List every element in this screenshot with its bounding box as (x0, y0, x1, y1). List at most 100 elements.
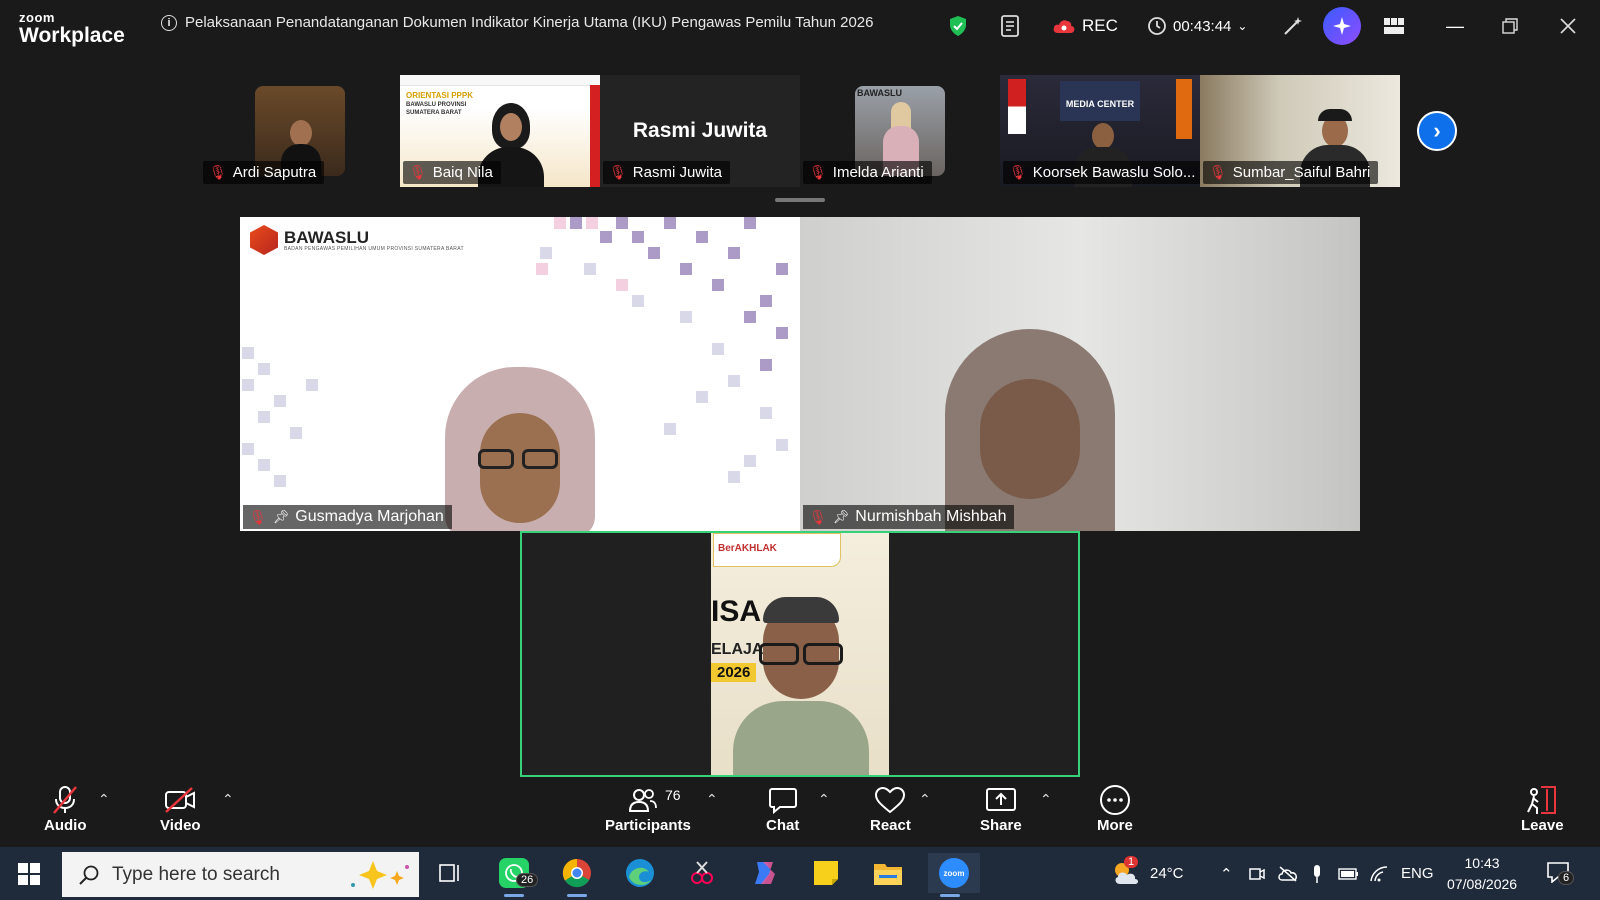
wifi-icon[interactable] (1369, 847, 1389, 900)
ai-companion-icon[interactable] (1323, 0, 1361, 52)
taskbar-search-box[interactable]: Type here to search (62, 852, 419, 897)
video-off-icon (165, 787, 196, 813)
react-button[interactable]: React (870, 783, 911, 834)
search-icon (79, 865, 99, 885)
chrome-icon[interactable] (555, 853, 599, 897)
sticky-notes-icon[interactable] (804, 853, 848, 893)
participant-thumb[interactable]: 🎙︎ Sumbar_Saiful Bahri (1200, 75, 1400, 187)
video-button[interactable]: Video (160, 783, 201, 834)
participant-video: BerAKHLAK ISA ELAJA 2026 (711, 533, 889, 775)
participant-name-tag: 🎙︎ Ardi Saputra (203, 161, 325, 184)
page-indicator[interactable] (775, 198, 825, 202)
meeting-timer[interactable]: 00:43:44 ⌄ (1147, 0, 1247, 52)
mic-muted-icon: 🎙︎ (209, 164, 227, 180)
mic-muted-icon: 🎙︎ (1209, 164, 1227, 180)
audio-button[interactable]: Audio (44, 783, 87, 834)
show-hidden-icons-chevron-icon[interactable]: ⌃ (1220, 847, 1233, 900)
participant-thumb[interactable]: 🎙︎ Ardi Saputra (200, 75, 400, 187)
participant-name-tag: 🎙︎ Sumbar_Saiful Bahri (1203, 161, 1379, 184)
participant-name-tag: 🎙︎ 📌︎ Gusmadya Marjohan (243, 505, 452, 529)
video-options-chevron-icon[interactable]: ⌃ (222, 791, 234, 808)
participants-options-chevron-icon[interactable]: ⌃ (706, 791, 718, 808)
minimize-icon[interactable]: — (1446, 0, 1464, 52)
video-off-name: Rasmi Juwita (632, 119, 768, 142)
copilot-icon[interactable] (742, 853, 786, 893)
meeting-info[interactable]: i Pelaksanaan Penandatanganan Dokumen In… (161, 14, 874, 31)
weather-badge: 1 (1124, 855, 1139, 868)
participant-name-tag: 🎙︎ Koorsek Bawaslu Solo... (1003, 161, 1200, 184)
restore-icon[interactable] (1502, 0, 1518, 52)
zoom-app-icon[interactable]: zoom (928, 853, 980, 897)
logo-product: Workplace (19, 24, 125, 47)
chat-icon (768, 788, 797, 814)
bawaslu-logo: BAWASLU BADAN PENGAWAS PEMILIHAN UMUM PR… (250, 225, 464, 255)
search-highlight-stars-icon (351, 860, 409, 889)
more-icon (1099, 785, 1130, 815)
meet-now-icon[interactable] (1248, 847, 1266, 900)
mic-muted-icon (53, 786, 78, 814)
active-speaker-tile[interactable]: BerAKHLAK ISA ELAJA 2026 (520, 531, 1080, 777)
windows-start-icon[interactable] (18, 863, 40, 890)
windows-taskbar: Type here to search 26 zoom 1 24°C ⌃ ENG… (0, 847, 1600, 900)
participant-thumb[interactable]: Rasmi Juwita 🎙︎ Rasmi Juwita (600, 75, 800, 187)
taskbar-clock[interactable]: 10:43 07/08/2026 (1447, 853, 1517, 895)
participant-name-tag: 🎙︎ Baiq Nila (403, 161, 501, 184)
magic-wand-icon[interactable] (1282, 0, 1304, 52)
participant-thumb[interactable]: BAWASLU 🎙︎ Imelda Arianti (800, 75, 1000, 187)
title-bar: zoom Workplace i Pelaksanaan Penandatang… (0, 0, 1600, 56)
temperature: 24°C (1150, 865, 1184, 882)
video-tile[interactable]: 🎙︎ 📌︎ Nurmishbah Mishbah (800, 217, 1360, 531)
language-indicator[interactable]: ENG (1401, 847, 1434, 900)
clock-date: 07/08/2026 (1447, 876, 1518, 892)
task-view-icon[interactable] (428, 853, 472, 893)
heart-icon (875, 786, 906, 814)
share-button[interactable]: Share (980, 783, 1022, 834)
video-tile[interactable]: BAWASLU BADAN PENGAWAS PEMILIHAN UMUM PR… (240, 217, 800, 531)
mic-muted-icon: 🎙︎ (249, 508, 267, 525)
edge-icon[interactable] (618, 853, 662, 893)
microphone-icon[interactable] (1311, 847, 1323, 900)
participant-thumb[interactable]: MEDIA CENTER 🎙︎ Koorsek Bawaslu Solo... (1000, 75, 1200, 187)
mic-muted-icon: 🎙︎ (1009, 164, 1027, 180)
info-icon[interactable]: i (161, 14, 177, 31)
close-icon[interactable] (1560, 0, 1576, 52)
gallery-strip: 🎙︎ Ardi Saputra ORIENTASI PPPK BAWASLU P… (0, 75, 1600, 187)
snipping-tool-icon[interactable] (680, 853, 724, 893)
apps-icon[interactable] (1383, 0, 1405, 52)
battery-icon[interactable] (1338, 847, 1360, 900)
chat-options-chevron-icon[interactable]: ⌃ (818, 791, 830, 808)
whatsapp-badge: 26 (516, 873, 539, 887)
next-page-arrow-icon[interactable]: › (1417, 111, 1457, 151)
cloud-record-icon (1053, 20, 1075, 33)
participant-name-tag: 🎙︎ Imelda Arianti (803, 161, 932, 184)
share-screen-icon (985, 788, 1016, 811)
participants-count: 76 (665, 787, 681, 803)
notification-center-icon[interactable]: 6 (1546, 847, 1575, 900)
chevron-down-icon[interactable]: ⌄ (1237, 19, 1247, 33)
meeting-title: Pelaksanaan Penandatanganan Dokumen Indi… (185, 14, 874, 31)
onedrive-off-icon[interactable] (1277, 847, 1299, 900)
chat-button[interactable]: Chat (766, 783, 799, 834)
recording-indicator[interactable]: REC (1052, 0, 1118, 52)
whatsapp-icon[interactable]: 26 (492, 853, 539, 897)
weather-widget[interactable]: 1 24°C (1110, 847, 1184, 900)
audio-options-chevron-icon[interactable]: ⌃ (98, 791, 110, 808)
mic-muted-icon: 🎙︎ (809, 508, 827, 525)
rec-label: REC (1082, 16, 1118, 35)
logo-brand: zoom (19, 10, 55, 25)
participant-thumb[interactable]: ORIENTASI PPPK BAWASLU PROVINSI SUMATERA… (400, 75, 600, 187)
mic-muted-icon: 🎙︎ (609, 164, 627, 180)
meeting-toolbar: Audio ⌃ Video ⌃ Participants 76 ⌃ Chat ⌃… (0, 777, 1600, 847)
encryption-shield-icon[interactable] (948, 0, 968, 52)
share-options-chevron-icon[interactable]: ⌃ (1040, 791, 1052, 808)
participant-video (800, 217, 1360, 531)
more-button[interactable]: More (1097, 783, 1133, 834)
participants-icon (628, 789, 657, 812)
file-explorer-icon[interactable] (866, 853, 910, 893)
leave-button[interactable]: Leave (1521, 783, 1564, 834)
notes-icon[interactable] (1000, 0, 1022, 52)
notification-count: 6 (1558, 870, 1575, 885)
participant-name-tag: 🎙︎ Rasmi Juwita (603, 161, 730, 184)
react-options-chevron-icon[interactable]: ⌃ (919, 791, 931, 808)
mic-muted-icon: 🎙︎ (809, 164, 827, 180)
